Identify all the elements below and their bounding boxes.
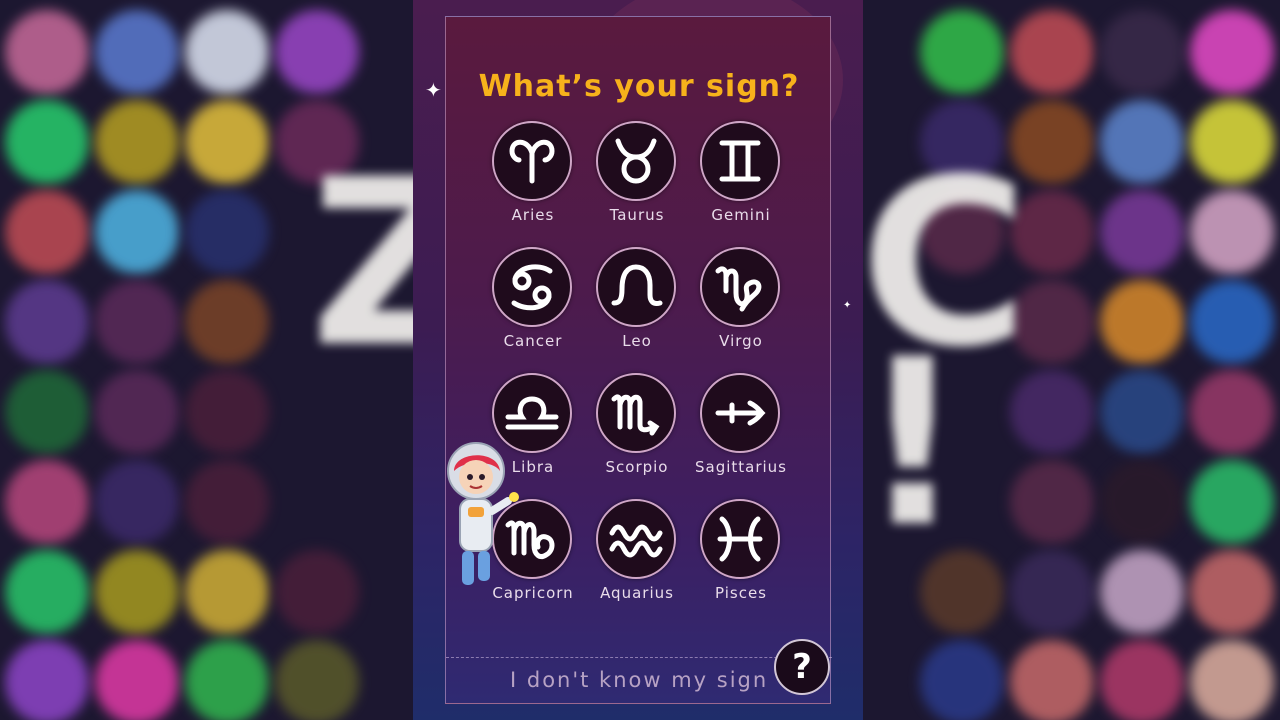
unknown-sign-link[interactable]: I don't know my sign bbox=[510, 668, 768, 692]
taurus-icon bbox=[596, 121, 676, 201]
sign-label: Pisces bbox=[715, 584, 767, 602]
sign-button-gemini[interactable]: Gemini bbox=[686, 121, 796, 241]
sign-button-pisces[interactable]: Pisces bbox=[686, 499, 796, 619]
leo-icon bbox=[596, 247, 676, 327]
pisces-icon bbox=[700, 499, 780, 579]
cancer-icon bbox=[492, 247, 572, 327]
sign-label: Gemini bbox=[711, 206, 771, 224]
sign-button-virgo[interactable]: Virgo bbox=[686, 247, 796, 367]
aquarius-icon bbox=[596, 499, 676, 579]
phone-screen: ✦ ✦ What’s your sign? Aries Taurus Gemin… bbox=[413, 0, 863, 720]
sparkle-icon: ✦ bbox=[843, 300, 852, 311]
astronaut-mascot-icon bbox=[447, 442, 519, 585]
virgo-icon bbox=[700, 247, 780, 327]
aries-icon bbox=[492, 121, 572, 201]
sign-button-sagittarius[interactable]: Sagittarius bbox=[686, 373, 796, 493]
sign-label: Sagittarius bbox=[694, 458, 787, 476]
sign-label: Virgo bbox=[719, 332, 763, 350]
sign-grid: Aries Taurus Gemini Cancer Leo Virgo Lib… bbox=[446, 17, 830, 703]
gemini-icon bbox=[700, 121, 780, 201]
help-button[interactable]: ? bbox=[774, 639, 830, 695]
sparkle-icon: ✦ bbox=[425, 78, 442, 102]
sagittarius-icon bbox=[700, 373, 780, 453]
scorpio-icon bbox=[596, 373, 676, 453]
sign-picker-panel: What’s your sign? Aries Taurus Gemini Ca… bbox=[445, 16, 832, 704]
